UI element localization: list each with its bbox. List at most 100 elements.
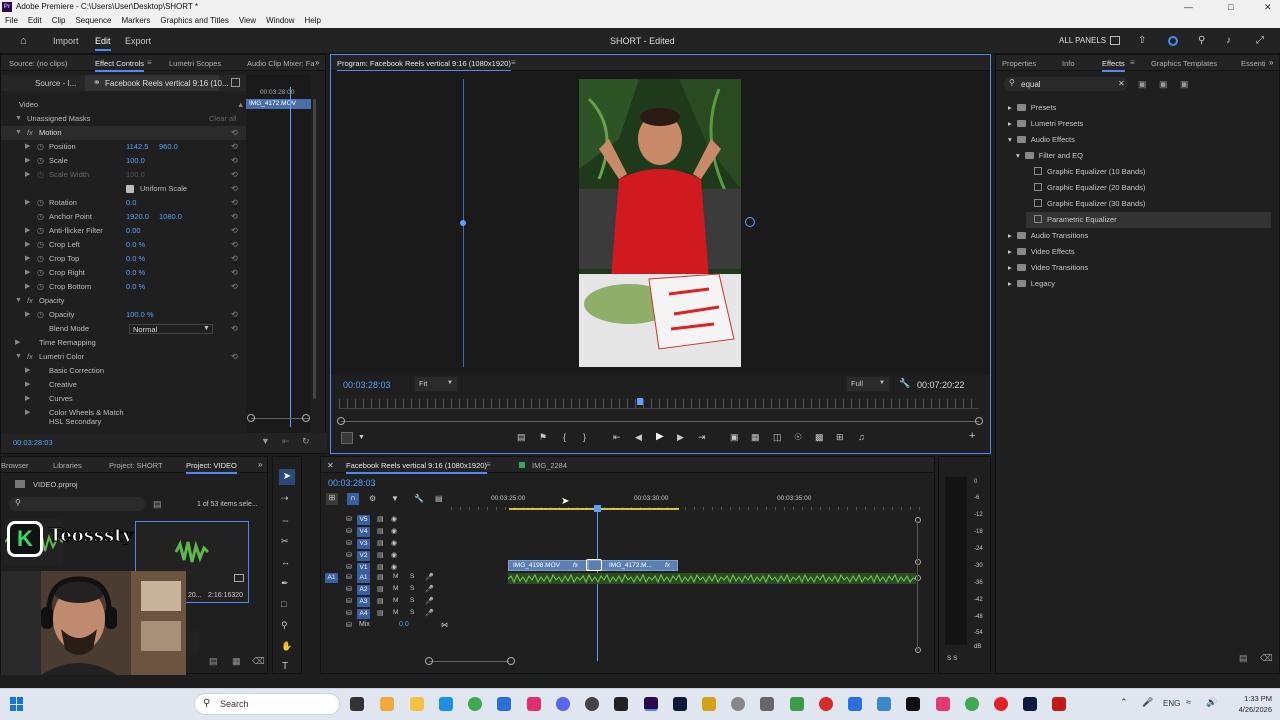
mini-playhead[interactable]: [290, 87, 291, 427]
project-more-icon[interactable]: »: [258, 460, 262, 469]
slip-tool-icon[interactable]: ↔: [281, 557, 290, 567]
sync-icon[interactable]: ▤: [377, 585, 384, 593]
reset-crop-left-icon[interactable]: ⟲: [231, 238, 238, 252]
program-playhead[interactable]: [637, 398, 643, 405]
track-a1[interactable]: A1: [357, 573, 370, 583]
lock-icon[interactable]: ⛁: [346, 527, 352, 535]
tab-effects[interactable]: Effects: [1102, 59, 1125, 72]
expand-antiflicker-icon[interactable]: ▶: [25, 224, 30, 238]
project-search-box[interactable]: ⚲: [9, 497, 145, 511]
maximize-icon[interactable]: □: [1228, 0, 1233, 14]
tab-project-short[interactable]: Project: SHORT: [109, 461, 163, 470]
mix-value[interactable]: 0.0: [399, 621, 409, 628]
snap-icon[interactable]: ∩: [347, 493, 359, 505]
stopwatch-crop-left-icon[interactable]: ◷: [37, 238, 44, 252]
all-panels-label[interactable]: ALL PANELS: [1059, 36, 1106, 45]
tree-legacy[interactable]: ▸ Legacy: [1008, 276, 1055, 292]
menu-edit[interactable]: Edit: [28, 16, 42, 25]
expand-lumetri-icon[interactable]: ▼: [15, 350, 22, 364]
quality-chevron-icon[interactable]: ▼: [879, 380, 885, 386]
step-back-icon[interactable]: ◀: [635, 432, 642, 443]
ec-timecode[interactable]: 00:03:28:03: [13, 438, 53, 447]
taskbar-search[interactable]: ⚲ Search: [194, 693, 340, 715]
chrome-2-icon[interactable]: [965, 697, 979, 711]
expand-scale-width-icon[interactable]: ▶: [25, 168, 30, 182]
timeline-vertical-scrollbar[interactable]: [917, 521, 918, 651]
reaper-icon[interactable]: [702, 697, 716, 711]
insert-icon[interactable]: ▣: [730, 432, 739, 443]
reset-blend-icon[interactable]: ⟲: [231, 322, 238, 336]
lock-icon[interactable]: ⛁: [346, 573, 352, 581]
position-y-value[interactable]: 960.0: [159, 140, 178, 154]
mute-icon[interactable]: M: [393, 597, 398, 604]
track-v4[interactable]: V4: [357, 527, 370, 537]
safe-margins-icon[interactable]: [341, 432, 353, 444]
eye-icon[interactable]: ◉: [391, 539, 397, 547]
timeline-timecode[interactable]: 00:03:28:03: [328, 478, 376, 488]
track-a3[interactable]: A3: [357, 597, 370, 607]
reset-crop-right-icon[interactable]: ⟲: [231, 266, 238, 280]
solo-icon[interactable]: S: [410, 573, 414, 580]
menu-file[interactable]: File: [5, 16, 18, 25]
acrobat-icon[interactable]: [1052, 697, 1066, 711]
progress-icon[interactable]: [1168, 36, 1178, 46]
expand-scale-icon[interactable]: ▶: [25, 154, 30, 168]
blend-mode-dropdown[interactable]: Normal: [129, 324, 213, 334]
reset-scale-icon[interactable]: ⟲: [231, 154, 238, 168]
tree-geq30[interactable]: Graphic Equalizer (30 Bands): [1034, 196, 1145, 212]
fx-lumetri-icon[interactable]: fx: [27, 350, 33, 364]
program-zoom-left-handle[interactable]: [337, 417, 345, 425]
panel-menu-icon[interactable]: ≡: [147, 58, 152, 67]
anchor-y-value[interactable]: 1080.0: [159, 210, 182, 224]
menu-window[interactable]: Window: [266, 16, 294, 25]
close-icon[interactable]: ✕: [1264, 0, 1272, 14]
clock-time[interactable]: 1:33 PM: [1222, 694, 1272, 703]
ec-mini-timeline[interactable]: 00:03:28:00 IMG_4172.MOV: [246, 75, 311, 435]
collapse-up-icon[interactable]: ▲: [237, 98, 244, 112]
lock-icon[interactable]: ⛁: [346, 597, 352, 605]
zoom-slider[interactable]: [251, 418, 309, 419]
crop-left-value[interactable]: 0.0 %: [126, 238, 145, 252]
mark-in-icon[interactable]: {: [563, 432, 566, 442]
tab-info[interactable]: Info: [1062, 59, 1075, 68]
tray-chevron-icon[interactable]: ⌃: [1120, 697, 1128, 708]
anchor-x-value[interactable]: 1920.0: [126, 210, 149, 224]
tab-libraries[interactable]: Libraries: [53, 461, 82, 470]
fullscreen-icon[interactable]: ⤢: [1256, 35, 1264, 46]
tab-graphics-templates[interactable]: Graphics Templates: [1151, 59, 1217, 68]
ripple-tool-icon[interactable]: ⇔: [281, 515, 290, 525]
store-icon[interactable]: [497, 697, 511, 711]
mic-icon[interactable]: 🎤: [425, 609, 434, 617]
reset-crop-top-icon[interactable]: ⟲: [231, 252, 238, 266]
tab-effect-controls[interactable]: Effect Controls: [95, 59, 145, 72]
panel-layout-icon[interactable]: [1110, 36, 1120, 45]
effects-search-box[interactable]: ⚲ equal ✕: [1004, 77, 1128, 91]
lock-icon[interactable]: ⛁: [346, 539, 352, 547]
new-bin-icon[interactable]: ▤: [1239, 653, 1248, 664]
ec-scrollbar[interactable]: [313, 99, 316, 399]
tree-video-transitions[interactable]: ▸ Video Transitions: [1008, 260, 1088, 276]
stopwatch-crop-right-icon[interactable]: ◷: [37, 266, 44, 280]
stopwatch-crop-top-icon[interactable]: ◷: [37, 252, 44, 266]
expand-motion-icon[interactable]: ▼: [15, 126, 22, 140]
tiktok-icon[interactable]: [906, 697, 920, 711]
reset-crop-bottom-icon[interactable]: ⟲: [231, 280, 238, 294]
expand-basic-icon[interactable]: ▶: [25, 364, 30, 378]
tree-lumetri-presets[interactable]: ▸ Lumetri Presets: [1008, 116, 1083, 132]
reset-lumetri-icon[interactable]: ⟲: [231, 350, 238, 364]
stopwatch-scale-icon[interactable]: ◷: [37, 154, 44, 168]
rotation-value[interactable]: 0.0: [126, 196, 136, 210]
mute-icon[interactable]: M: [393, 609, 398, 616]
tab-source[interactable]: Source: (no clips): [9, 59, 67, 68]
track-a4[interactable]: A4: [357, 609, 370, 619]
expand-opacity-group-icon[interactable]: ▼: [15, 294, 22, 308]
loop-icon[interactable]: ↻: [302, 436, 310, 447]
fx-icon[interactable]: fx: [27, 126, 33, 140]
menu-view[interactable]: View: [239, 16, 256, 25]
go-to-out-icon[interactable]: ⇥: [698, 432, 706, 443]
meter-solo-buttons[interactable]: S S: [947, 655, 957, 662]
stopwatch-position-icon[interactable]: ◷: [37, 140, 44, 154]
crop-bottom-value[interactable]: 0.0 %: [126, 280, 145, 294]
delete-icon[interactable]: ⌫: [1260, 653, 1273, 664]
pen-tool-icon[interactable]: ✒: [281, 578, 289, 589]
